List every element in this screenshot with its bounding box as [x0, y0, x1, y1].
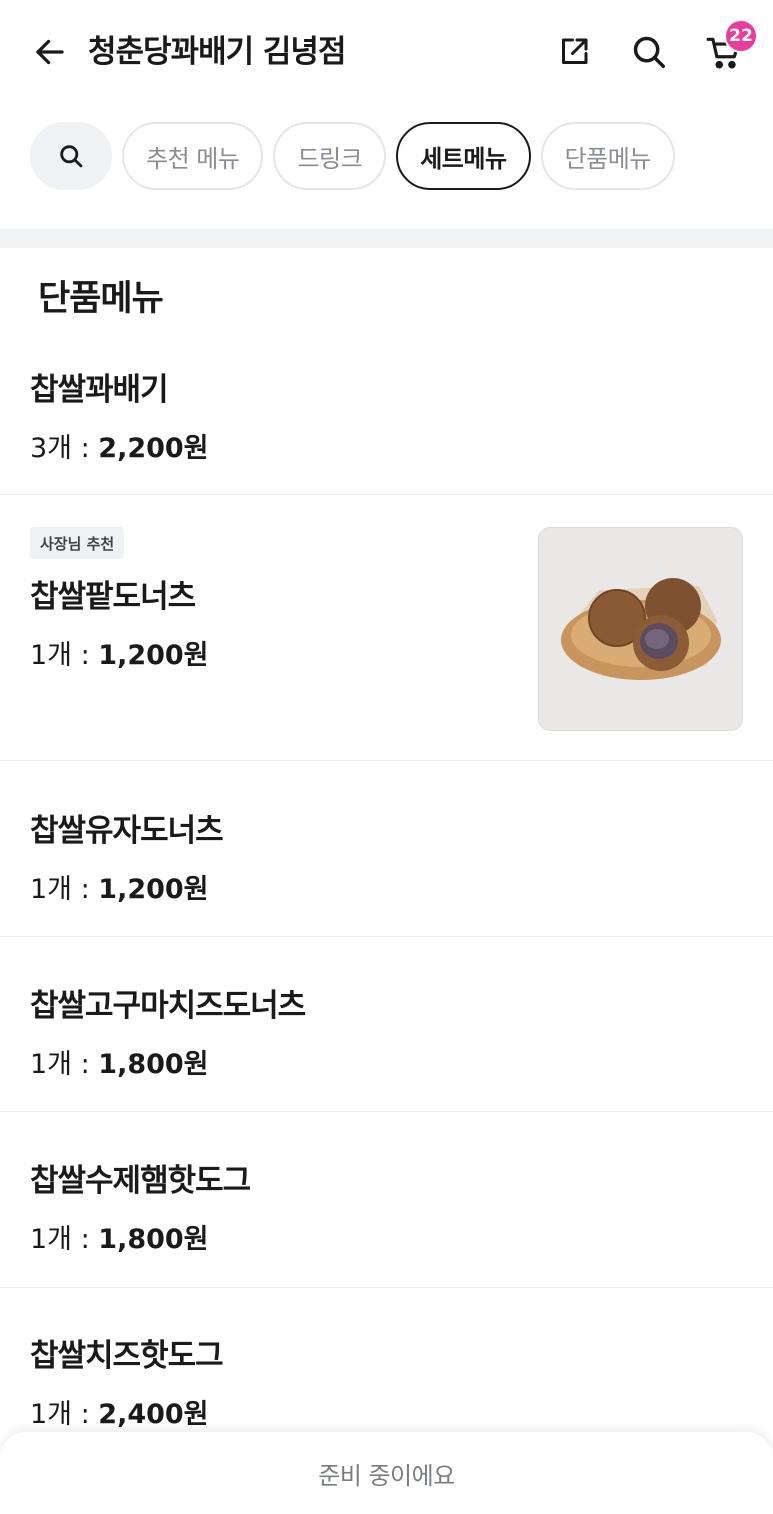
category-chips: 추천 메뉴 드링크 세트메뉴 단품메뉴 — [30, 122, 675, 190]
share-button[interactable] — [552, 30, 596, 74]
item-amount: 2,200원 — [98, 433, 209, 464]
menu-item[interactable]: 찹쌀고구마치즈도너츠 1개 : 1,800원 — [0, 937, 773, 1112]
section-title: 단품메뉴 — [38, 279, 164, 319]
item-name: 찹쌀팥도너츠 — [30, 579, 196, 615]
tab-single-menu[interactable]: 단품메뉴 — [540, 122, 675, 190]
menu-item[interactable]: 찹쌀치즈핫도그 1개 : 2,400원 — [0, 1288, 773, 1438]
menu-item[interactable]: 찹쌀유자도너츠 1개 : 1,200원 — [0, 761, 773, 937]
item-quantity: 1개 : — [30, 1049, 99, 1080]
item-amount: 1,800원 — [98, 1049, 209, 1080]
cart-count-badge: 22 — [724, 19, 758, 53]
item-price: 1개 : 1,800원 — [30, 1042, 209, 1081]
store-title: 청춘당꽈배기 김녕점 — [88, 34, 346, 70]
item-quantity: 1개 : — [30, 640, 99, 671]
item-price: 1개 : 1,200원 — [30, 867, 209, 906]
item-quantity: 1개 : — [30, 874, 99, 905]
preparing-status-bar: 준비 중이에요 — [0, 1432, 773, 1514]
item-name: 찹쌀치즈핫도그 — [30, 1338, 224, 1374]
search-icon — [60, 145, 83, 168]
item-quantity: 1개 : — [30, 1224, 99, 1255]
item-quantity: 1개 : — [30, 1399, 99, 1430]
item-photo[interactable] — [538, 527, 743, 731]
item-amount: 1,200원 — [98, 640, 209, 671]
owner-recommend-badge: 사장님 추천 — [30, 527, 125, 559]
tab-drinks[interactable]: 드링크 — [273, 122, 387, 190]
item-amount: 1,800원 — [98, 1224, 209, 1255]
item-name: 찹쌀유자도너츠 — [30, 813, 224, 849]
item-name: 찹쌀꽈배기 — [30, 372, 169, 408]
menu-item[interactable]: 찹쌀꽈배기 3개 : 2,200원 — [0, 330, 773, 495]
item-amount: 1,200원 — [98, 874, 209, 905]
item-name: 찹쌀고구마치즈도너츠 — [30, 988, 306, 1024]
item-name: 찹쌀수제햄핫도그 — [30, 1163, 251, 1199]
header-search-button[interactable] — [627, 30, 671, 74]
section-divider — [0, 229, 773, 248]
search-icon — [633, 36, 665, 68]
item-price: 1개 : 1,800원 — [30, 1217, 209, 1256]
tab-set-menu[interactable]: 세트메뉴 — [396, 122, 531, 190]
item-price: 1개 : 2,400원 — [30, 1392, 209, 1431]
menu-item[interactable]: 사장님 추천 찹쌀팥도너츠 1개 : 1,200원 — [0, 495, 773, 761]
donut-plate-image — [539, 528, 742, 730]
item-price: 1개 : 1,200원 — [30, 633, 209, 672]
menu-search-button[interactable] — [30, 122, 112, 190]
store-header: 청춘당꽈배기 김녕점 22 — [0, 0, 773, 106]
tab-recommended[interactable]: 추천 메뉴 — [122, 122, 264, 190]
back-button[interactable] — [28, 30, 72, 74]
item-price: 3개 : 2,200원 — [30, 426, 209, 465]
arrow-left-icon — [36, 39, 64, 65]
item-quantity: 3개 : — [30, 433, 99, 464]
menu-item[interactable]: 찹쌀수제햄핫도그 1개 : 1,800원 — [0, 1112, 773, 1288]
item-amount: 2,400원 — [98, 1399, 209, 1430]
share-external-icon — [562, 38, 588, 64]
